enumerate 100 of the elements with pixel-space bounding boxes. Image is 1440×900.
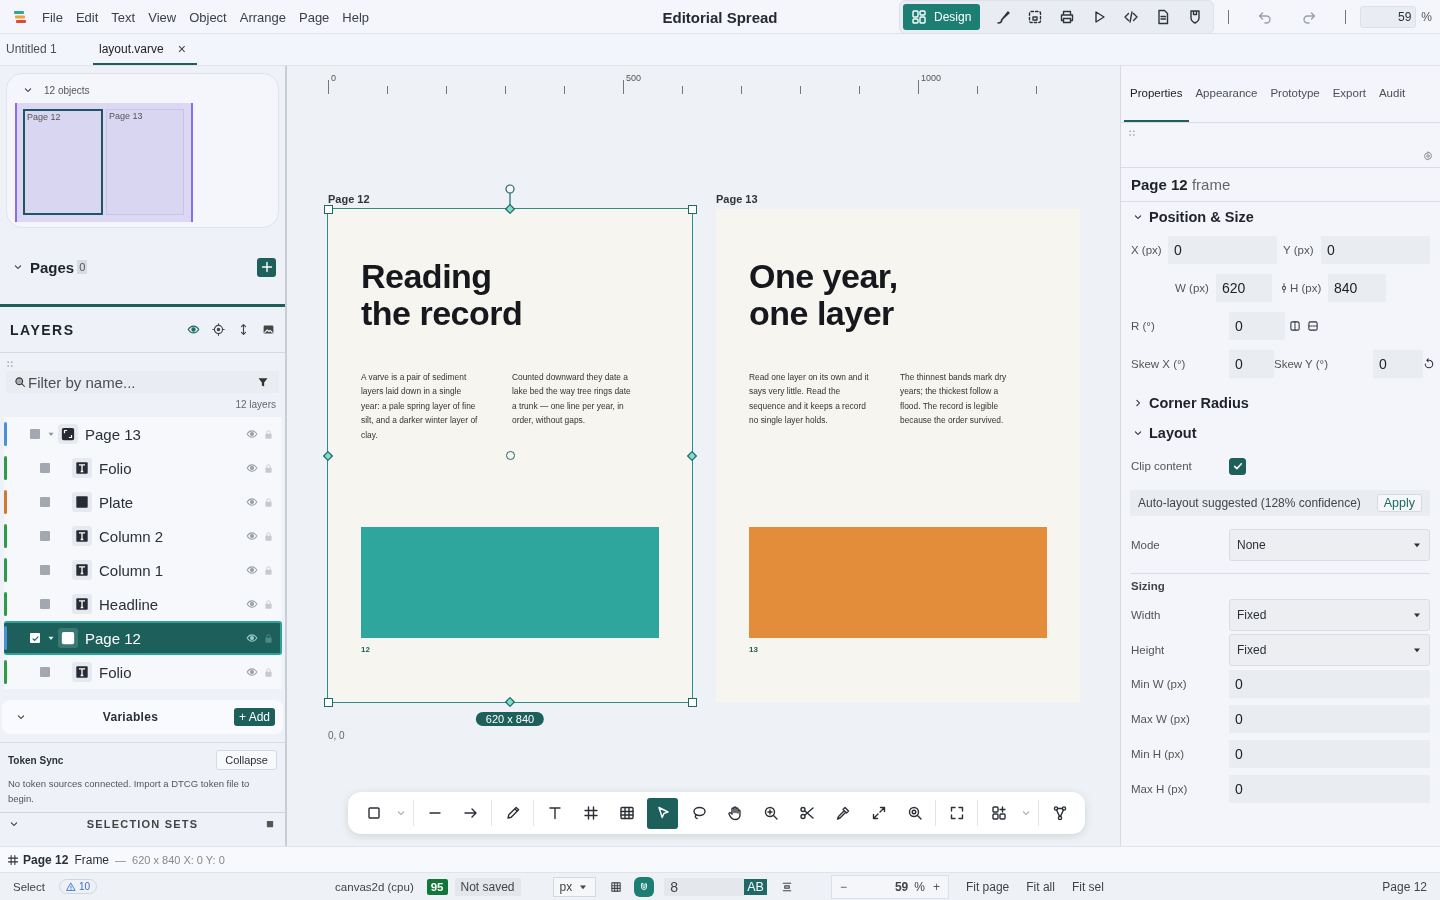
layer-row[interactable]: Plate [4,485,282,519]
section-header[interactable]: Corner Radius [1121,388,1440,418]
minimap-page[interactable]: Page 13 [106,109,184,215]
fit-button[interactable]: Fit all [1026,879,1055,894]
layer-row[interactable]: Column 1 [4,553,282,587]
zoom-in-button[interactable]: + [932,879,940,894]
dropdown[interactable]: Fixed [1229,634,1430,666]
layer-checkbox[interactable] [40,463,50,473]
collapse-button[interactable]: Collapse [216,750,277,770]
layer-checkbox[interactable] [30,429,40,439]
menu-item[interactable]: Arrange [239,9,286,25]
layer-checkbox[interactable] [40,565,50,575]
number-field[interactable]: 0 [1229,739,1430,768]
panel-tab[interactable]: Export [1326,66,1373,122]
layer-row[interactable]: Page 12 [4,621,282,655]
layer-row[interactable]: Headline [4,587,282,621]
number-field[interactable]: 0 [1168,236,1277,264]
drag-handle-icon[interactable] [1127,128,1137,138]
design-mode-button[interactable]: Design [902,4,981,30]
resize-handle[interactable] [323,204,333,214]
menu-item[interactable]: Page [299,9,330,25]
layer-checkbox[interactable] [30,633,40,643]
section-header[interactable]: Position & Size [1121,202,1440,232]
eye-icon[interactable] [187,323,200,336]
zoom-field[interactable]: 59 [1360,6,1417,28]
text-badge[interactable]: AB [744,878,767,895]
canvas[interactable] [287,66,1120,846]
number-field[interactable]: 0 [1321,236,1430,264]
layer-checkbox[interactable] [40,497,50,507]
filter-field[interactable]: Filter by name... [6,371,279,393]
field-label: Max H (px) [1131,782,1189,795]
number-field[interactable]: 0 [1373,350,1423,378]
reset-icon[interactable] [1423,358,1435,370]
resize-handle[interactable] [323,450,333,461]
dropdown[interactable]: Fixed [1229,599,1430,631]
logo-icon [12,9,28,25]
number-field[interactable]: 0 [1229,774,1430,803]
menu-item[interactable]: Text [111,9,136,25]
filter-icon[interactable] [257,376,269,388]
layer-row[interactable]: Folio [4,451,282,485]
zoom-out-button[interactable]: − [839,879,847,894]
snap-toggle[interactable] [634,876,655,897]
resize-handle[interactable] [687,204,697,214]
number-field[interactable]: 0 [1229,704,1430,733]
layer-checkbox[interactable] [40,531,50,541]
panel-tab[interactable]: Appearance [1189,66,1265,122]
number-field[interactable]: 0 [1229,312,1285,340]
panel-tab[interactable]: Audit [1372,66,1413,122]
target-icon[interactable] [212,323,225,336]
number-field[interactable]: 620 [1216,274,1272,302]
resize-handle[interactable] [687,450,697,461]
minimap-page[interactable]: Page 12 [23,109,103,215]
menu-item[interactable]: Help [342,9,370,25]
tab-label: Untitled 1 [6,41,57,56]
number-field[interactable]: 840 [1328,274,1386,302]
menu-item[interactable]: Edit [75,9,99,25]
close-button[interactable]: × [177,40,186,57]
resize-handle[interactable] [687,697,697,707]
menu-item[interactable]: View [148,9,177,25]
align-icon[interactable] [780,880,793,893]
menu-item[interactable]: File [42,9,63,25]
resize-handle[interactable] [505,697,515,707]
resize-handle[interactable] [505,204,515,214]
document-tab[interactable]: Untitled 1 [0,34,93,65]
image-icon[interactable] [262,323,275,336]
fit-button[interactable]: Fit sel [1071,879,1104,894]
fit-button[interactable]: Fit page [965,879,1010,894]
layer-row[interactable]: Folio [4,655,282,689]
page-frame[interactable] [716,209,1080,702]
suggestion-text: Auto-layout suggested (128% confidence) [1138,496,1361,510]
layer-row[interactable]: Column 2 [4,519,282,553]
clip-content-checkbox[interactable] [1229,457,1246,475]
flip-horizontal-icon[interactable] [1289,320,1301,332]
minimap[interactable]: Page 12 Page 13 [15,103,193,222]
rotate-handle[interactable] [504,183,516,205]
layer-row[interactable]: Page 13 [4,417,282,451]
flip-vertical-icon[interactable] [1307,320,1319,332]
section-header[interactable]: Layout [1121,418,1440,448]
layer-checkbox[interactable] [40,667,50,677]
eye-icon[interactable] [246,632,258,644]
frame-label[interactable]: Page 12 [328,193,370,205]
dropdown[interactable]: None [1229,529,1430,561]
add-button[interactable]: + Add [233,708,275,726]
layer-checkbox[interactable] [40,599,50,609]
unit-dropdown[interactable]: px [552,876,597,897]
number-field[interactable]: 0 [1229,669,1430,698]
grid-icon[interactable] [610,880,623,893]
menu-item[interactable]: Object [189,9,227,25]
add-page-button[interactable] [257,257,276,277]
drag-handle-icon[interactable] [5,359,15,369]
number-field[interactable]: 0 [1229,350,1274,378]
grid-size-field[interactable]: 8 [664,877,745,896]
center-point[interactable] [505,451,515,460]
resize-handle[interactable] [323,697,333,707]
panel-tab[interactable]: Prototype [1264,66,1327,122]
frame-label[interactable]: Page 13 [716,193,758,205]
tool-button[interactable] [647,797,678,829]
apply-button[interactable]: Apply [1376,494,1422,512]
panel-tab[interactable]: Properties [1124,66,1190,122]
page-frame[interactable] [328,209,692,702]
